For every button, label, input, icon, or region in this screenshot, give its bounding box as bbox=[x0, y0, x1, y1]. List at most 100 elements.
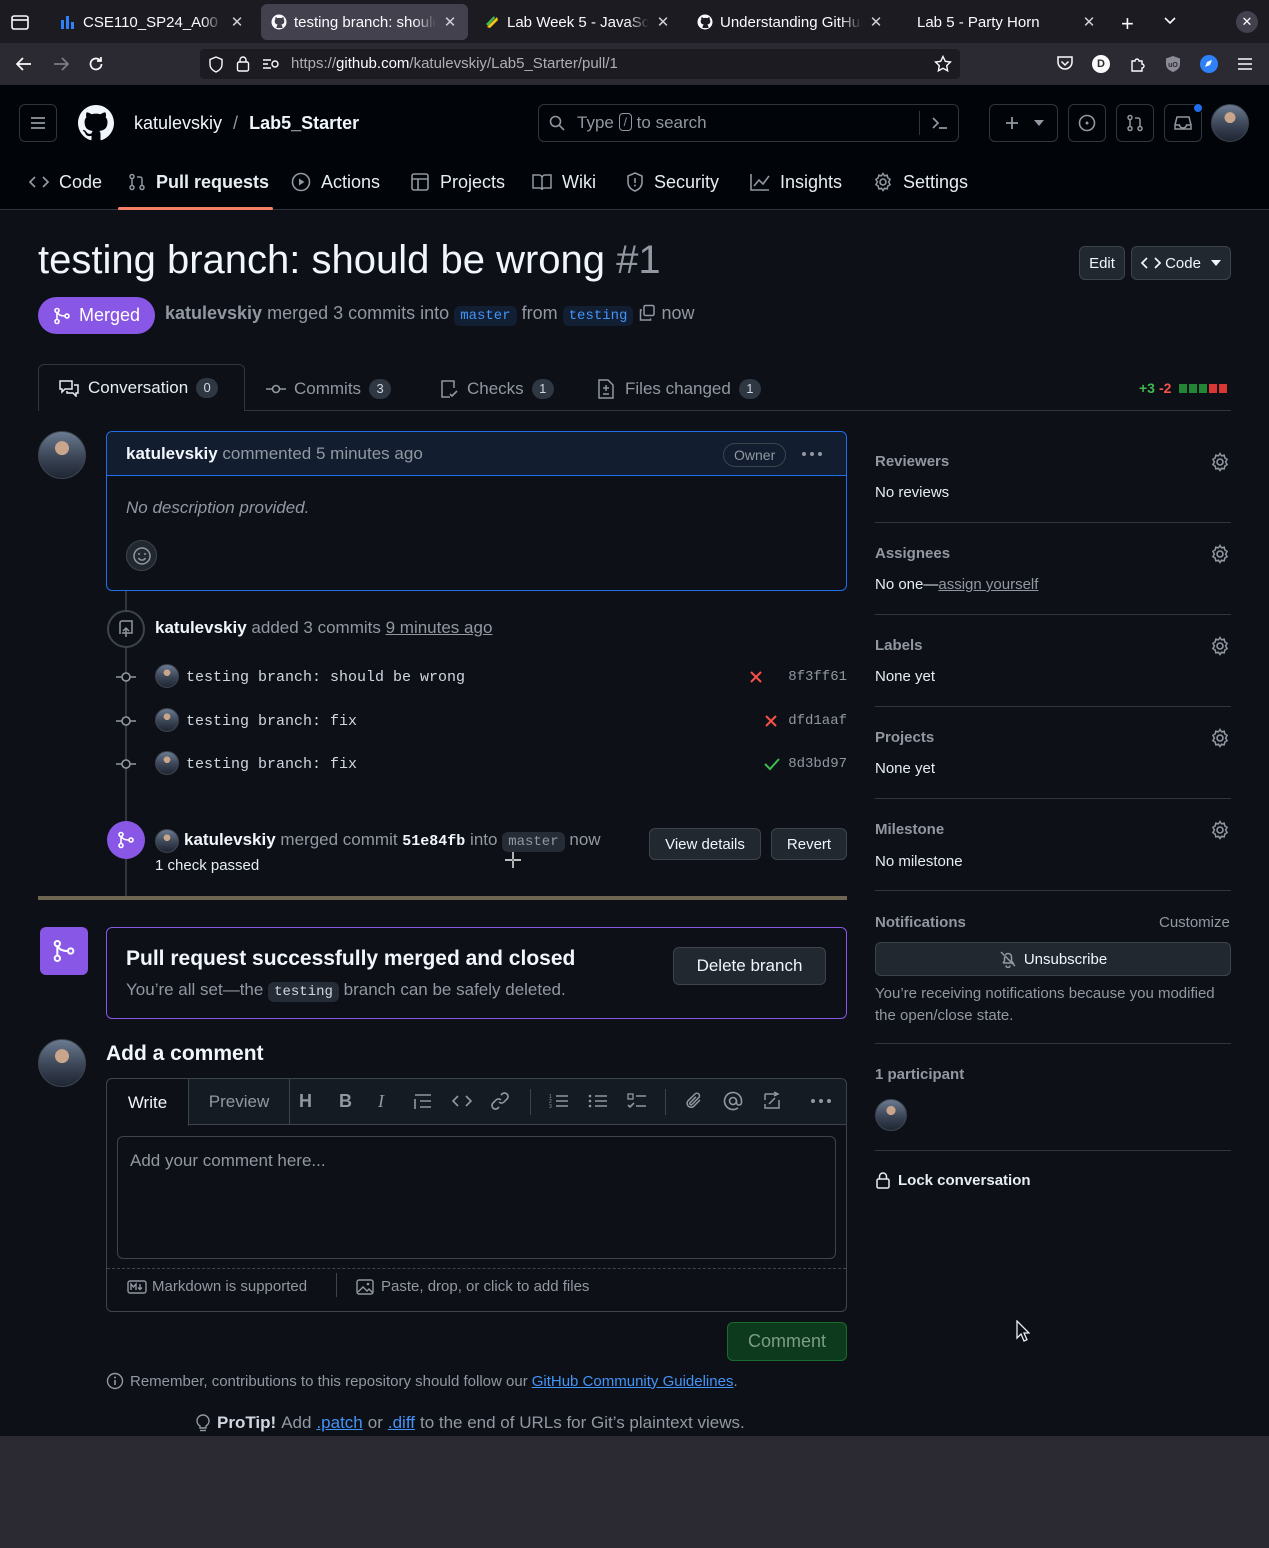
labels-heading[interactable]: Labels bbox=[875, 637, 923, 654]
paperclip-icon[interactable] bbox=[685, 1092, 703, 1110]
create-new-button[interactable] bbox=[989, 104, 1058, 142]
commit-sha[interactable]: 8f3ff61 bbox=[788, 669, 847, 685]
close-tab-icon[interactable]: ✕ bbox=[655, 13, 671, 31]
close-tab-icon[interactable]: ✕ bbox=[442, 13, 458, 31]
tab-commits[interactable]: Commits 3 bbox=[266, 378, 392, 400]
x-icon[interactable] bbox=[764, 714, 778, 728]
browser-tab-pr[interactable]: testing branch: should be wrong ✕ bbox=[261, 4, 468, 40]
unordered-list-icon[interactable] bbox=[588, 1093, 608, 1109]
markdown-supported-link[interactable]: Markdown is supported bbox=[127, 1278, 307, 1295]
back-icon[interactable] bbox=[14, 55, 34, 73]
user-avatar[interactable] bbox=[1211, 104, 1249, 142]
ublock-icon[interactable]: uO bbox=[1164, 55, 1182, 73]
comment-textarea[interactable]: Add your comment here... bbox=[117, 1136, 836, 1259]
base-branch[interactable]: master bbox=[454, 306, 517, 326]
app-menu-icon[interactable] bbox=[1237, 57, 1253, 71]
unsubscribe-button[interactable]: Unsubscribe bbox=[875, 942, 1231, 976]
commit-sha[interactable]: 8d3bd97 bbox=[788, 756, 847, 772]
github-logo-icon[interactable] bbox=[78, 105, 114, 141]
commit-message[interactable]: testing branch: should be wrong bbox=[186, 669, 465, 686]
x-icon[interactable] bbox=[749, 670, 763, 684]
copy-icon[interactable] bbox=[638, 304, 656, 322]
diff-link[interactable]: .diff bbox=[388, 1413, 415, 1433]
repo-name-link[interactable]: Lab5_Starter bbox=[249, 113, 359, 133]
comment-author-avatar[interactable] bbox=[38, 431, 86, 479]
participant-avatar[interactable] bbox=[875, 1099, 907, 1131]
new-tab-icon[interactable]: + bbox=[1121, 11, 1134, 37]
patch-link[interactable]: .patch bbox=[316, 1413, 362, 1433]
reviewers-heading[interactable]: Reviewers bbox=[875, 453, 949, 470]
gear-icon[interactable] bbox=[1210, 636, 1230, 656]
customize-link[interactable]: Customize bbox=[1159, 914, 1230, 931]
tasklist-icon[interactable] bbox=[627, 1093, 647, 1109]
event-time[interactable]: 9 minutes ago bbox=[386, 618, 493, 637]
projects-heading[interactable]: Projects bbox=[875, 729, 934, 746]
edit-title-button[interactable]: Edit bbox=[1079, 246, 1125, 280]
tab-list-icon[interactable] bbox=[1163, 14, 1177, 28]
author-link[interactable]: katulevskiy bbox=[165, 303, 262, 323]
italic-icon[interactable]: I bbox=[378, 1091, 384, 1112]
current-user-avatar[interactable] bbox=[38, 1039, 86, 1087]
comment-author[interactable]: katulevskiy bbox=[126, 444, 218, 463]
repo-nav-pull-requests[interactable]: Pull requests bbox=[128, 168, 269, 196]
quote-icon[interactable] bbox=[413, 1093, 433, 1109]
merge-time[interactable]: now bbox=[569, 830, 600, 849]
repo-nav-security[interactable]: Security bbox=[626, 168, 719, 196]
event-author[interactable]: katulevskiy bbox=[184, 830, 276, 849]
merge-base-branch[interactable]: master bbox=[502, 832, 565, 852]
code-dropdown-button[interactable]: Code bbox=[1131, 246, 1231, 280]
browser-tab-github-actions[interactable]: Understanding GitHub Actions ✕ bbox=[687, 4, 894, 40]
comment-submit-button[interactable]: Comment bbox=[727, 1322, 847, 1361]
commit-message[interactable]: testing branch: fix bbox=[186, 756, 357, 773]
tab-files-changed[interactable]: Files changed 1 bbox=[597, 378, 761, 400]
view-details-button[interactable]: View details bbox=[649, 828, 761, 860]
tab-conversation[interactable]: Conversation 0 bbox=[38, 364, 245, 411]
permissions-icon[interactable] bbox=[262, 57, 280, 71]
merge-checks-status[interactable]: 1 check passed bbox=[155, 857, 259, 874]
address-bar[interactable]: https://github.com/katulevskiy/Lab5_Star… bbox=[200, 49, 960, 79]
bold-icon[interactable]: B bbox=[339, 1091, 352, 1112]
ordered-list-icon[interactable]: 123 bbox=[549, 1093, 569, 1109]
browser-tab-dashboard[interactable]: CSE110_SP24_A00 Dashboard ✕ bbox=[50, 4, 255, 40]
cross-reference-icon[interactable] bbox=[762, 1091, 782, 1111]
gear-icon[interactable] bbox=[1210, 544, 1230, 564]
mention-icon[interactable] bbox=[723, 1091, 743, 1111]
commit-message[interactable]: testing branch: fix bbox=[186, 713, 357, 730]
merger-avatar[interactable] bbox=[155, 829, 179, 853]
repo-nav-wiki[interactable]: Wiki bbox=[532, 168, 596, 196]
global-menu-button[interactable] bbox=[19, 104, 57, 142]
preview-tab[interactable]: Preview bbox=[189, 1079, 290, 1125]
repo-owner-link[interactable]: katulevskiy bbox=[134, 113, 222, 133]
comment-time[interactable]: 5 minutes ago bbox=[316, 444, 423, 463]
reload-icon[interactable] bbox=[87, 55, 105, 73]
command-palette-icon[interactable] bbox=[931, 115, 949, 131]
head-branch[interactable]: testing bbox=[562, 306, 634, 326]
community-guidelines-link[interactable]: GitHub Community Guidelines bbox=[532, 1373, 734, 1390]
more-options-icon[interactable] bbox=[810, 1097, 832, 1105]
extension-compass-icon[interactable] bbox=[1200, 55, 1218, 73]
assignees-heading[interactable]: Assignees bbox=[875, 545, 950, 562]
repo-nav-actions[interactable]: Actions bbox=[291, 168, 380, 196]
check-icon[interactable] bbox=[764, 757, 780, 771]
repo-nav-code[interactable]: Code bbox=[29, 168, 102, 196]
repo-nav-settings[interactable]: Settings bbox=[873, 168, 968, 196]
add-reaction-button[interactable] bbox=[126, 540, 157, 571]
gear-icon[interactable] bbox=[1210, 452, 1230, 472]
commit-author-avatar[interactable] bbox=[155, 708, 179, 732]
repo-nav-insights[interactable]: Insights bbox=[750, 168, 842, 196]
extension-d-icon[interactable]: D bbox=[1092, 55, 1110, 73]
url-text[interactable]: https://github.com/katulevskiy/Lab5_Star… bbox=[291, 55, 618, 72]
close-tab-icon[interactable]: ✕ bbox=[868, 13, 884, 31]
pocket-icon[interactable] bbox=[1056, 55, 1074, 72]
link-icon[interactable] bbox=[491, 1092, 509, 1110]
tab-checks[interactable]: Checks 1 bbox=[440, 378, 554, 400]
firefox-view-icon[interactable] bbox=[10, 12, 30, 32]
issues-button[interactable] bbox=[1068, 104, 1106, 142]
pull-requests-button[interactable] bbox=[1116, 104, 1154, 142]
revert-button[interactable]: Revert bbox=[771, 828, 847, 860]
commit-author-avatar[interactable] bbox=[155, 751, 179, 775]
forward-icon[interactable] bbox=[51, 55, 71, 73]
commit-sha[interactable]: dfd1aaf bbox=[788, 713, 847, 729]
milestone-heading[interactable]: Milestone bbox=[875, 821, 944, 838]
assign-yourself-link[interactable]: assign yourself bbox=[938, 576, 1038, 593]
